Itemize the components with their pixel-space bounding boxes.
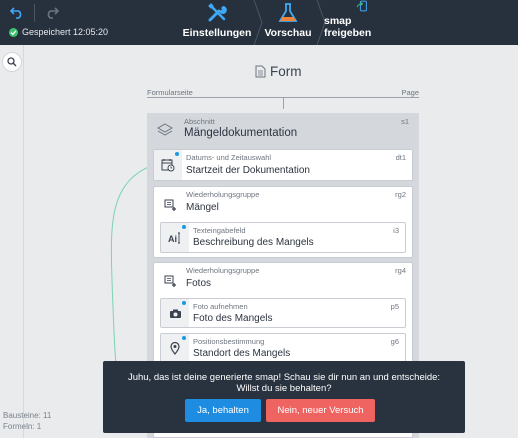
page-type-label: Formularseite [147, 88, 193, 97]
form-title: Form [270, 64, 302, 79]
status-dot [182, 336, 186, 340]
redo-button[interactable] [41, 4, 63, 22]
redo-icon [47, 7, 59, 19]
field-title: Foto des Mangels [193, 313, 273, 324]
camera-icon [169, 309, 181, 318]
toast-message: Juhu, das ist deine generierte smap! Sch… [103, 372, 465, 394]
search-icon [7, 57, 17, 67]
group-id: rg2 [395, 190, 406, 199]
field-title: Standort des Mangels [193, 348, 291, 359]
check-circle-icon [9, 27, 18, 37]
formulas-count: Formeln: 1 [3, 422, 42, 431]
nav-preview-label: Vorschau [264, 27, 312, 39]
location-pin-icon [170, 341, 180, 355]
top-toolbar: Gespeichert 12:05:20 Einstellungen Vorsc… [0, 0, 518, 45]
status-dot [182, 225, 186, 229]
section-header: Abschnitt s1 Mängeldokumentation [147, 113, 419, 147]
group-title: Fotos [186, 278, 212, 289]
undo-redo-group [6, 4, 63, 22]
blocks-count: Bausteine: 11 [3, 411, 52, 420]
group-title: Mängel [186, 202, 219, 213]
nav-preview[interactable]: Vorschau [262, 0, 314, 45]
field-type-label: Foto aufnehmen [193, 302, 248, 311]
section-type-label: Abschnitt [184, 117, 215, 126]
toast-line-2: Willst du sie behalten? [236, 383, 332, 394]
toolbar-divider [34, 4, 35, 22]
undo-icon [10, 7, 22, 19]
field-title: Beschreibung des Mangels [193, 237, 314, 248]
confirmation-toast: Juhu, das ist deine generierte smap! Sch… [103, 361, 465, 433]
form-header: Form [255, 64, 302, 79]
connector-line [283, 97, 284, 109]
toast-line-1: Juhu, das ist deine generierte smap! Sch… [127, 372, 441, 383]
field-card-description[interactable]: Ai Texteingabefeld i3 Beschreibung des M… [160, 222, 406, 253]
nav-share-label: smap freigeben [324, 15, 372, 39]
field-type-label: Texteingabefeld [193, 226, 246, 235]
section-id: s1 [401, 117, 409, 126]
page-name-label: Page [401, 88, 419, 97]
undo-button[interactable] [6, 4, 28, 22]
field-card-datetime[interactable]: Datums- und Zeitauswahl dt1 Startzeit de… [153, 149, 413, 181]
field-type-label: Positionsbestimmung [193, 337, 265, 346]
keep-button[interactable]: Ja, behalten [185, 399, 261, 422]
field-card-location[interactable]: Positionsbestimmung g6 Standort des Mang… [160, 333, 406, 363]
status-dot [182, 301, 186, 305]
nav-settings[interactable]: Einstellungen [182, 0, 252, 45]
text-input-icon: Ai [168, 232, 180, 244]
group-type-label: Wiederholungsgruppe [186, 190, 260, 199]
share-device-icon [356, 0, 367, 12]
field-title: Startzeit der Dokumentation [186, 165, 310, 176]
flask-icon [278, 3, 298, 22]
group-id: rg4 [395, 266, 406, 275]
repeat-group-icon [164, 199, 176, 211]
calendar-clock-icon [161, 159, 175, 172]
field-id: p5 [390, 302, 399, 311]
repeat-group-icon [164, 275, 176, 287]
layers-icon [157, 123, 173, 136]
tools-icon [208, 3, 227, 22]
save-status-label: Gespeichert 12:05:20 [22, 27, 109, 37]
save-status: Gespeichert 12:05:20 [9, 27, 108, 37]
svg-text:Ai: Ai [168, 234, 177, 244]
retry-button[interactable]: Nein, neuer Versuch [266, 399, 375, 422]
section-title: Mängeldokumentation [184, 127, 298, 139]
stats-panel: Bausteine: 11 Formeln: 1 [3, 410, 51, 432]
nav-share[interactable]: smap freigeben [324, 0, 400, 45]
field-type-label: Datums- und Zeitauswahl [186, 153, 272, 162]
left-panel-divider [23, 45, 24, 438]
nav-settings-label: Einstellungen [182, 27, 252, 39]
field-card-photo[interactable]: Foto aufnehmen p5 Foto des Mangels [160, 298, 406, 328]
document-icon [255, 65, 266, 78]
field-id: dt1 [395, 153, 406, 162]
status-dot [175, 152, 179, 156]
group-card-defects[interactable]: Wiederholungsgruppe rg2 Mängel Ai Textei… [153, 186, 413, 258]
search-button[interactable] [2, 52, 22, 72]
field-id: i3 [393, 226, 399, 235]
group-type-label: Wiederholungsgruppe [186, 266, 260, 275]
field-id: g6 [390, 337, 399, 346]
